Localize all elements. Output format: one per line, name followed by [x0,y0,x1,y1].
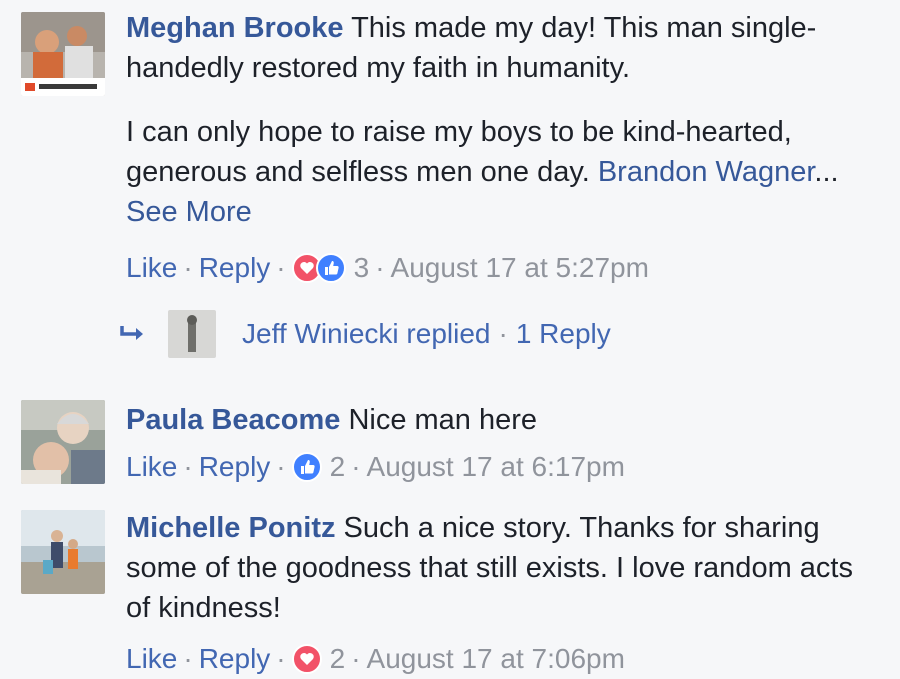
reactions[interactable]: 2 [291,641,346,677]
comment-body: Nice man here [348,404,538,436]
separator: · [183,252,193,283]
reply-button[interactable]: Reply [199,250,271,286]
separator: · [183,451,193,482]
reply-button[interactable]: Reply [199,641,271,677]
avatar[interactable] [168,310,216,358]
comment-text-paragraph: I can only hope to raise my boys to be k… [126,112,870,232]
like-reaction-icon [291,452,322,482]
separator: · [375,252,385,283]
timestamp[interactable]: August 17 at 6:17pm [367,449,625,485]
timestamp[interactable]: August 17 at 5:27pm [391,250,649,286]
reply-button[interactable]: Reply [199,449,271,485]
see-more-link[interactable]: See More [126,196,252,228]
separator: · [351,451,361,482]
reaction-count: 2 [329,643,346,674]
reply-arrow-icon [120,326,143,340]
reaction-count: 2 [329,451,346,482]
separator: · [351,643,361,674]
like-button[interactable]: Like [126,250,177,286]
avatar[interactable] [21,400,105,484]
author-name[interactable]: Michelle Ponitz [126,512,335,544]
like-reaction-icon [315,253,346,283]
reply-count-link[interactable]: 1 Reply [516,318,611,350]
ellipsis: ... [814,156,839,188]
love-reaction-icon [291,644,322,674]
tagged-user-link[interactable]: Brandon Wagner [598,156,815,188]
separator: · [276,252,286,283]
like-button[interactable]: Like [126,641,177,677]
comment-actions: Like · Reply · 2 · August 17 at 7:06pm [126,641,625,677]
separator: · [276,643,286,674]
avatar[interactable] [21,12,105,96]
reaction-count: 3 [353,252,370,283]
comment-text: Michelle Ponitz Such a nice story. Thank… [126,508,870,628]
comment-text: Meghan Brooke This made my day! This man… [126,8,870,88]
timestamp[interactable]: August 17 at 7:06pm [367,641,625,677]
author-name[interactable]: Paula Beacome [126,404,340,436]
separator: · [498,318,508,349]
reactions[interactable]: 3 [291,250,370,286]
avatar[interactable] [21,510,105,594]
author-name[interactable]: Meghan Brooke [126,12,344,44]
replies-summary[interactable]: Jeff Winiecki replied · 1 Reply [118,310,611,358]
reactions[interactable]: 2 [291,449,346,485]
comment-actions: Like · Reply · 2 · August 17 at 6:17pm [126,449,625,485]
comment-text: Paula Beacome Nice man here [126,400,870,440]
reply-summary-link[interactable]: Jeff Winiecki replied [242,318,490,350]
comment-actions: Like · Reply · 3 · August 17 at 5:27pm [126,250,649,286]
like-button[interactable]: Like [126,449,177,485]
separator: · [276,451,286,482]
separator: · [183,643,193,674]
